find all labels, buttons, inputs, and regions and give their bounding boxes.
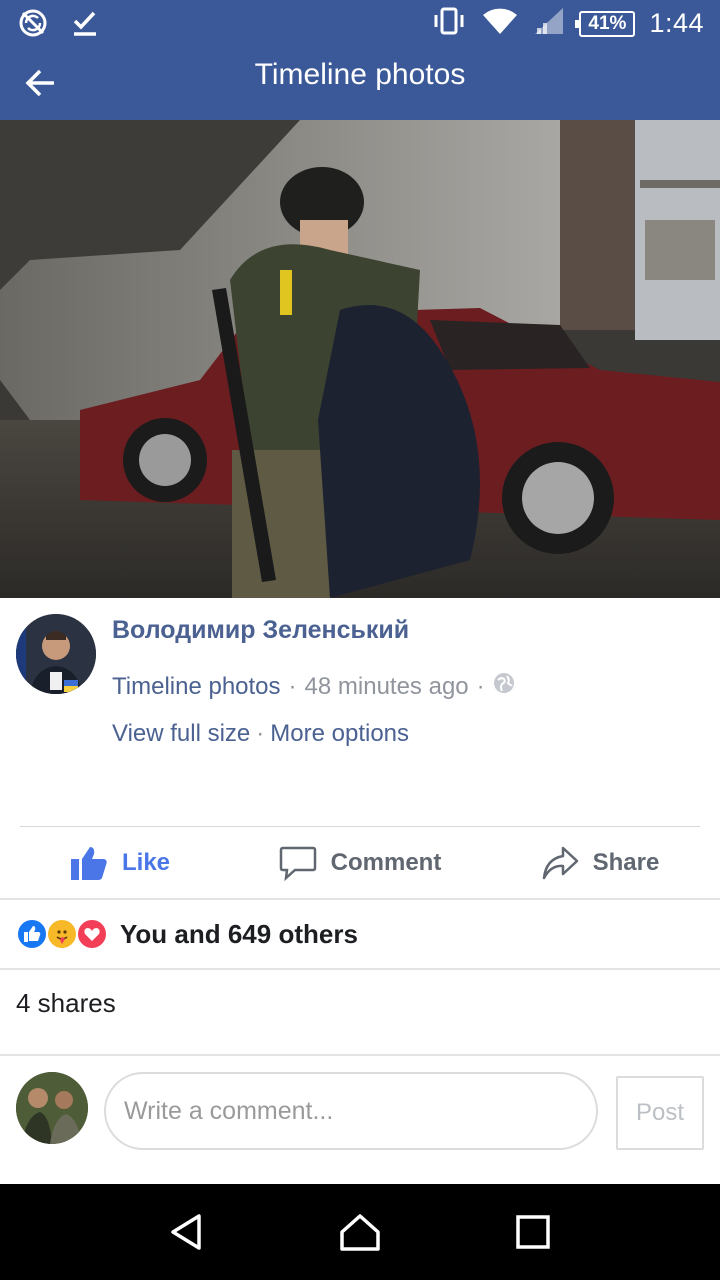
user-avatar bbox=[16, 1072, 88, 1144]
wifi-icon bbox=[481, 6, 519, 41]
post-meta: Timeline photos · 48 minutes ago · bbox=[112, 672, 515, 701]
home-icon bbox=[340, 1214, 380, 1251]
album-link[interactable]: Timeline photos bbox=[112, 673, 281, 701]
signal-icon bbox=[533, 6, 565, 41]
vibrate-icon bbox=[431, 6, 467, 41]
post-button[interactable]: Post bbox=[616, 1076, 704, 1150]
shares-count[interactable]: 4 shares bbox=[16, 988, 116, 1019]
comment-icon bbox=[279, 846, 316, 881]
page-title: Timeline photos bbox=[254, 58, 466, 91]
reaction-icons bbox=[16, 918, 108, 950]
action-bar: Like Comment Share bbox=[0, 828, 720, 898]
comment-button[interactable]: Comment bbox=[240, 828, 480, 898]
post-links: View full size · More options bbox=[112, 720, 409, 748]
globe-icon bbox=[493, 672, 515, 701]
love-reaction-icon bbox=[76, 918, 108, 950]
more-options-link[interactable]: More options bbox=[270, 720, 409, 748]
meta-separator-2: · bbox=[476, 672, 485, 700]
reactions-summary[interactable]: You and 649 others bbox=[120, 919, 358, 950]
links-separator: · bbox=[256, 720, 265, 747]
square-recents-icon bbox=[516, 1215, 551, 1249]
status-left-icons bbox=[18, 8, 100, 43]
triangle-back-icon bbox=[170, 1214, 201, 1250]
like-button[interactable]: Like bbox=[0, 828, 240, 898]
reactions-row[interactable]: You and 649 others bbox=[0, 900, 720, 968]
status-time: 1:44 bbox=[649, 8, 704, 38]
comment-label: Comment bbox=[330, 849, 442, 876]
system-nav-bar bbox=[0, 1184, 720, 1280]
share-label: Share bbox=[592, 849, 660, 876]
no-sync-icon bbox=[18, 8, 48, 43]
care-reaction-icon bbox=[46, 918, 78, 950]
author-name[interactable]: Володимир Зеленський bbox=[112, 616, 409, 645]
comment-composer: Post bbox=[0, 1056, 720, 1184]
post-header: Володимир Зеленський Timeline photos · 4… bbox=[0, 598, 720, 826]
like-label: Like bbox=[121, 849, 171, 876]
like-reaction-icon bbox=[16, 918, 48, 950]
app-root: 41% 1:44 Timeline photos Володимир Зелен… bbox=[0, 0, 720, 1280]
comment-input[interactable] bbox=[104, 1072, 598, 1150]
nav-recents-button[interactable] bbox=[503, 1202, 563, 1262]
nav-home-button[interactable] bbox=[330, 1202, 390, 1262]
status-bar: 41% 1:44 bbox=[0, 0, 720, 48]
check-icon bbox=[70, 8, 100, 43]
thumbs-up-icon bbox=[70, 847, 107, 880]
app-bar: Timeline photos bbox=[0, 48, 720, 120]
view-full-size-link[interactable]: View full size bbox=[112, 720, 250, 748]
battery-icon: 41% bbox=[575, 10, 636, 37]
author-avatar[interactable] bbox=[16, 614, 96, 694]
share-icon bbox=[542, 846, 578, 880]
share-button[interactable]: Share bbox=[480, 828, 720, 898]
nav-back-button[interactable] bbox=[157, 1202, 217, 1262]
post-photo[interactable] bbox=[0, 120, 720, 598]
meta-separator: · bbox=[288, 672, 297, 700]
divider bbox=[0, 968, 720, 970]
divider bbox=[20, 826, 700, 827]
status-right-icons: 41% 1:44 bbox=[431, 6, 704, 41]
post-timestamp[interactable]: 48 minutes ago bbox=[305, 673, 469, 701]
